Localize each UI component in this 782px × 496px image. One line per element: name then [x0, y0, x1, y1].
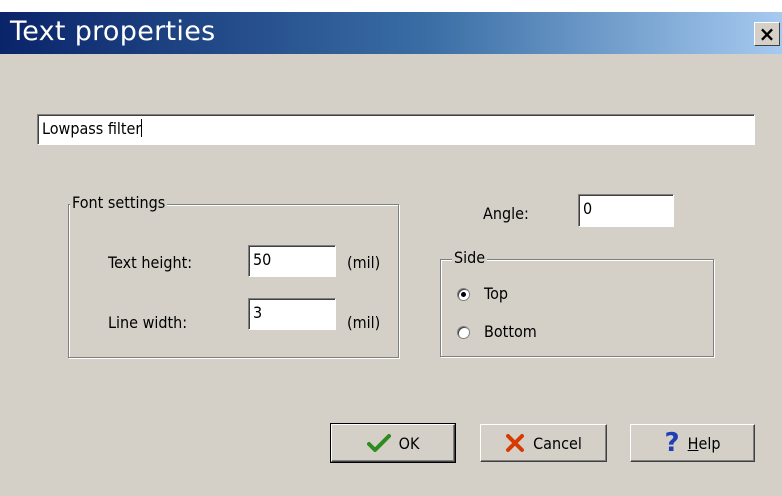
- radio-top-selected-dot: [461, 292, 466, 297]
- line-width-unit: (mil): [347, 313, 381, 332]
- text-content-value: Lowpass filter: [42, 119, 142, 138]
- title-bar[interactable]: Text properties ×: [0, 12, 782, 54]
- help-button[interactable]: ? Help: [630, 424, 755, 462]
- radio-top[interactable]: [457, 288, 470, 301]
- checkmark-icon: [366, 433, 391, 453]
- ok-button[interactable]: OK: [330, 423, 456, 463]
- angle-input[interactable]: 0: [578, 194, 674, 227]
- angle-label: Angle:: [483, 204, 529, 223]
- radio-bottom[interactable]: [457, 326, 470, 339]
- side-group: Side: [440, 248, 714, 357]
- close-icon: ×: [758, 22, 776, 46]
- close-button[interactable]: ×: [754, 22, 780, 46]
- radio-bottom-label[interactable]: Bottom: [484, 322, 537, 341]
- line-width-input[interactable]: 3: [248, 298, 336, 330]
- radio-top-label[interactable]: Top: [484, 284, 508, 303]
- text-caret: [141, 119, 143, 137]
- help-label: Help: [688, 434, 721, 453]
- cancel-label: Cancel: [533, 433, 582, 453]
- ok-label: OK: [398, 433, 420, 453]
- help-mnemonic: H: [687, 433, 699, 453]
- text-height-unit: (mil): [347, 253, 381, 272]
- window-title: Text properties: [10, 16, 216, 47]
- font-settings-group: Font settings: [68, 193, 399, 358]
- line-width-label: Line width:: [108, 313, 188, 332]
- text-height-value: 50: [253, 250, 272, 269]
- angle-value: 0: [583, 199, 593, 218]
- text-height-label: Text height:: [108, 253, 193, 272]
- text-height-input[interactable]: 50: [248, 245, 336, 277]
- x-icon: [505, 433, 525, 453]
- font-settings-legend: Font settings: [70, 193, 168, 212]
- text-content-input[interactable]: Lowpass filter: [37, 114, 755, 145]
- help-label-rest: elp: [698, 433, 721, 453]
- text-properties-dialog: Text properties × Lowpass filter Font se…: [0, 12, 782, 496]
- line-width-value: 3: [253, 303, 263, 322]
- side-legend: Side: [452, 248, 488, 267]
- question-icon: ?: [664, 428, 680, 458]
- cancel-button[interactable]: Cancel: [480, 424, 607, 462]
